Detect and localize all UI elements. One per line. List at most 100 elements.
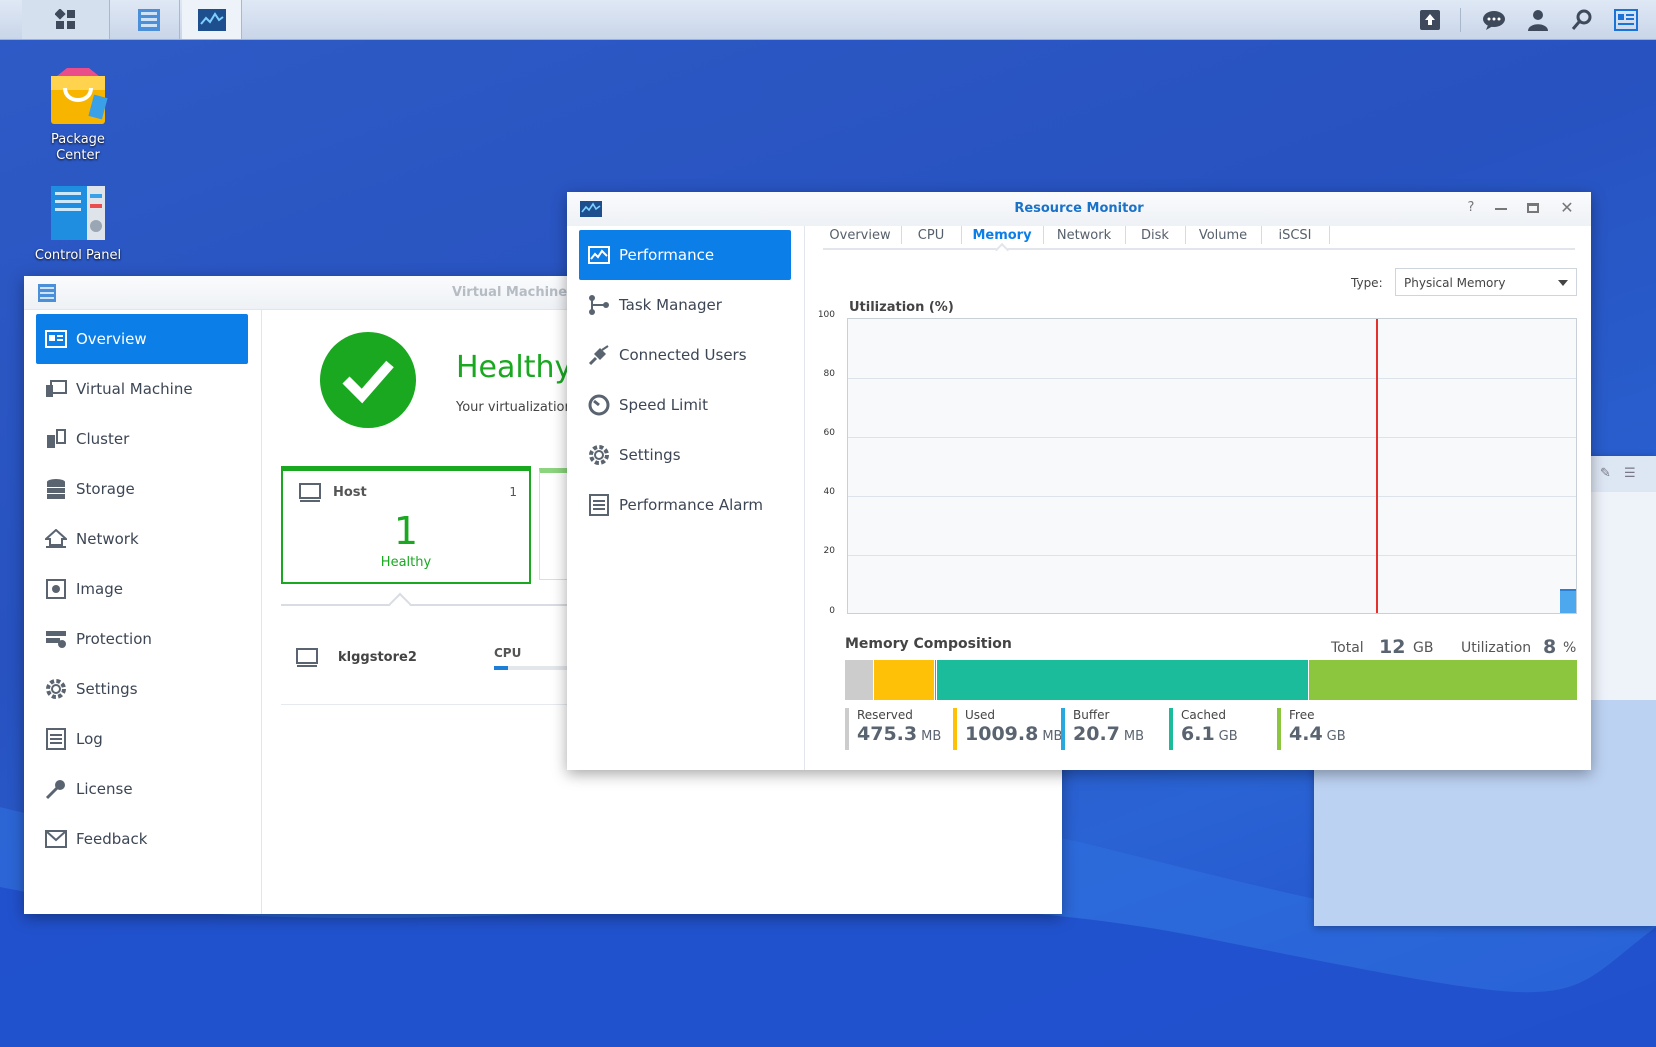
legend-value-row: 4.4 GB	[1289, 722, 1346, 749]
desktop-icon-control-panel[interactable]: Control Panel	[13, 182, 143, 264]
legend-unit: MB	[1042, 729, 1063, 744]
sidebar-item-protection[interactable]: Protection	[36, 614, 248, 664]
legend-value-row: 6.1 GB	[1181, 722, 1238, 749]
chart-y-axis: 100 80 60 40 20 0	[807, 310, 843, 616]
sidebar-item-license[interactable]: License	[36, 764, 248, 814]
main-menu-icon	[54, 8, 75, 29]
type-select[interactable]: Physical Memory	[1395, 268, 1577, 296]
taskbar	[0, 0, 1656, 40]
tab-disk[interactable]: Disk	[1129, 220, 1181, 250]
upload-icon[interactable]	[1416, 6, 1444, 34]
sidebar-item-label: License	[76, 780, 133, 798]
sidebar-item-image[interactable]: Image	[36, 564, 248, 614]
notifications-icon[interactable]	[1480, 6, 1508, 34]
virtual-machine-app-icon	[137, 8, 160, 31]
utilization-value: 8	[1543, 636, 1557, 658]
sidebar-item-storage[interactable]: Storage	[36, 464, 248, 514]
sidebar-item-label: Network	[76, 530, 139, 548]
legend-label: Buffer	[1073, 708, 1110, 722]
cluster-icon	[44, 427, 68, 451]
tab-iscsi[interactable]: iSCSI	[1265, 220, 1325, 250]
taskbar-resource-monitor-app[interactable]	[182, 0, 242, 39]
sidebar-item-label: Performance	[619, 246, 715, 264]
host-card-big-number: 1	[393, 509, 419, 553]
protection-icon	[44, 627, 68, 651]
sidebar-item-label: Image	[76, 580, 123, 598]
menu-icon[interactable]: ☰	[1624, 466, 1640, 482]
desktop-icon-package-center[interactable]: Package Center	[13, 66, 143, 164]
y-tick-label: 40	[823, 487, 835, 497]
composition-segment-used	[873, 660, 934, 700]
sidebar-item-connected-users[interactable]: Connected Users	[579, 330, 791, 380]
network-icon	[44, 527, 68, 551]
user-icon[interactable]	[1524, 6, 1552, 34]
help-icon[interactable]: ?	[1463, 200, 1479, 216]
sidebar-item-log[interactable]: Log	[36, 714, 248, 764]
desktop-icon-label: Control Panel	[34, 248, 122, 263]
tab-cpu[interactable]: CPU	[905, 220, 957, 250]
sidebar-item-label: Settings	[76, 680, 138, 698]
legend-value-row: 20.7 MB	[1073, 722, 1144, 749]
sidebar-item-label: Cluster	[76, 430, 130, 448]
sidebar-item-cluster[interactable]: Cluster	[36, 414, 248, 464]
utilization-unit: %	[1563, 640, 1577, 656]
maximize-icon[interactable]	[1527, 200, 1543, 216]
sidebar-item-label: Task Manager	[619, 296, 722, 314]
sidebar-item-settings[interactable]: Settings	[36, 664, 248, 714]
card-pointer-divider	[281, 604, 581, 606]
desktop-icon-label: Center	[56, 148, 100, 163]
memory-composition-bar	[845, 660, 1577, 700]
tab-overview[interactable]: Overview	[823, 220, 897, 250]
y-tick-label: 0	[829, 606, 835, 616]
main-menu-button[interactable]	[22, 0, 110, 39]
sidebar-item-overview[interactable]: Overview	[36, 314, 248, 364]
taskbar-virtual-machine-app[interactable]	[118, 0, 180, 39]
package-center-icon	[47, 66, 109, 128]
legend-unit: GB	[1326, 729, 1346, 744]
y-tick-label: 20	[823, 546, 835, 556]
sidebar-item-feedback[interactable]: Feedback	[36, 814, 248, 864]
legend-label: Cached	[1181, 708, 1226, 722]
sidebar-item-settings[interactable]: Settings	[579, 430, 791, 480]
y-tick-label: 60	[823, 428, 835, 438]
legend-buffer: Buffer 20.7 MB	[1061, 708, 1144, 750]
sidebar-item-speed-limit[interactable]: Speed Limit	[579, 380, 791, 430]
host-summary-card[interactable]: Host 1 1 Healthy	[281, 466, 531, 584]
close-icon[interactable]: ✕	[1559, 198, 1575, 217]
pin-icon[interactable]: ✎	[1600, 466, 1616, 482]
sidebar-item-performance-alarm[interactable]: Performance Alarm	[579, 480, 791, 530]
license-icon	[44, 777, 68, 801]
health-check-icon	[320, 332, 416, 428]
composition-segment-cached	[935, 660, 1309, 700]
legend-value: 4.4	[1289, 723, 1323, 745]
legend-unit: MB	[1123, 729, 1145, 744]
legend-label: Free	[1289, 708, 1315, 722]
control-panel-icon	[47, 182, 109, 244]
sidebar-item-virtual-machine[interactable]: Virtual Machine	[36, 364, 248, 414]
tab-network[interactable]: Network	[1047, 220, 1121, 250]
storage-icon	[44, 477, 68, 501]
resource-monitor-window: Resource Monitor ? ✕ Performance Task Ma…	[567, 192, 1591, 770]
utilization-chart	[847, 318, 1577, 614]
minimize-icon[interactable]	[1495, 200, 1511, 216]
host-row-name[interactable]: klggstore2	[338, 650, 417, 665]
widgets-icon[interactable]	[1612, 6, 1640, 34]
search-icon[interactable]	[1568, 6, 1596, 34]
legend-cached: Cached 6.1 GB	[1169, 708, 1238, 750]
y-tick-label: 100	[817, 310, 835, 320]
sidebar-item-task-manager[interactable]: Task Manager	[579, 280, 791, 330]
feedback-icon	[44, 827, 68, 851]
chevron-down-icon	[1558, 280, 1568, 286]
chart-title: Utilization (%)	[849, 300, 954, 315]
resource-monitor-app-icon	[197, 8, 226, 31]
legend-used: Used 1009.8 MB	[953, 708, 1062, 750]
card-pointer-arrow	[388, 592, 412, 616]
host-card-state: Healthy	[380, 555, 432, 570]
tab-volume[interactable]: Volume	[1189, 220, 1257, 250]
vmm-sidebar: Overview Virtual Machine Cluster Storage…	[24, 310, 262, 914]
legend-label: Used	[965, 708, 996, 722]
total-label: Total	[1331, 640, 1364, 656]
sidebar-item-performance[interactable]: Performance	[579, 230, 791, 280]
sidebar-item-network[interactable]: Network	[36, 514, 248, 564]
composition-segment-free	[1308, 660, 1577, 700]
